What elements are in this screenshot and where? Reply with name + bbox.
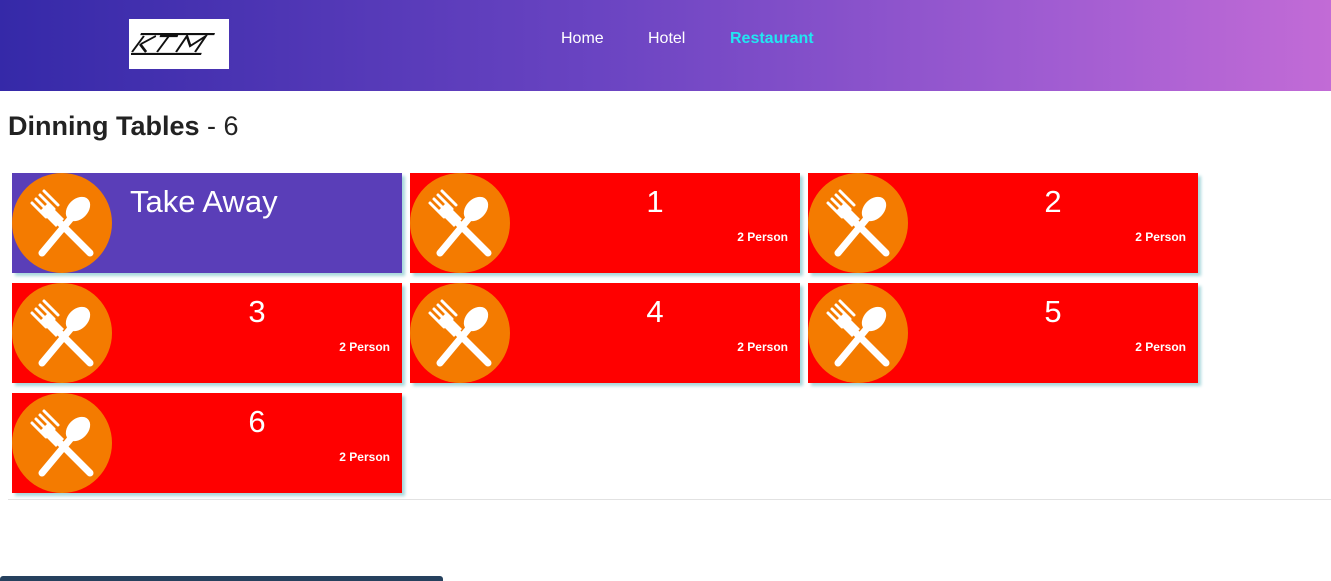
table-capacity: 2 Person	[1135, 340, 1186, 354]
fork-spoon-icon	[410, 283, 510, 383]
fork-spoon-icon	[808, 283, 908, 383]
section-divider	[8, 499, 1331, 500]
table-capacity: 2 Person	[339, 450, 390, 464]
table-card-3[interactable]: 3 2 Person	[12, 283, 402, 383]
fork-spoon-icon	[410, 173, 510, 273]
fork-spoon-icon	[12, 393, 112, 493]
table-name: Take Away	[130, 184, 278, 219]
fork-spoon-icon	[12, 173, 112, 273]
nav-restaurant-link[interactable]: Restaurant	[730, 29, 814, 49]
table-card-4[interactable]: 4 2 Person	[410, 283, 800, 383]
table-name: 2	[1044, 184, 1062, 219]
table-count: - 6	[199, 111, 239, 141]
table-capacity: 2 Person	[737, 340, 788, 354]
fork-spoon-icon	[12, 283, 112, 383]
table-name: 1	[646, 184, 664, 219]
table-capacity: 2 Person	[1135, 230, 1186, 244]
nav-home-link[interactable]: Home	[561, 29, 604, 49]
page-title-text: Dinning Tables	[8, 111, 200, 141]
table-card-6[interactable]: 6 2 Person	[12, 393, 402, 493]
table-capacity: 2 Person	[339, 340, 390, 354]
nav-hotel-link[interactable]: Hotel	[648, 29, 685, 49]
top-navbar: Home Hotel Restaurant	[0, 0, 1331, 91]
table-name: 6	[248, 404, 266, 439]
table-name: 4	[646, 294, 664, 329]
table-card-take-away[interactable]: Take Away	[12, 173, 402, 273]
bottom-panel-edge	[0, 576, 443, 581]
fork-spoon-icon	[808, 173, 908, 273]
main-nav: Home Hotel Restaurant	[0, 29, 1331, 49]
table-name: 3	[248, 294, 266, 329]
table-name: 5	[1044, 294, 1062, 329]
table-card-2[interactable]: 2 2 Person	[808, 173, 1198, 273]
table-card-1[interactable]: 1 2 Person	[410, 173, 800, 273]
table-card-5[interactable]: 5 2 Person	[808, 283, 1198, 383]
page-title: Dinning Tables - 6	[8, 108, 239, 144]
table-capacity: 2 Person	[737, 230, 788, 244]
